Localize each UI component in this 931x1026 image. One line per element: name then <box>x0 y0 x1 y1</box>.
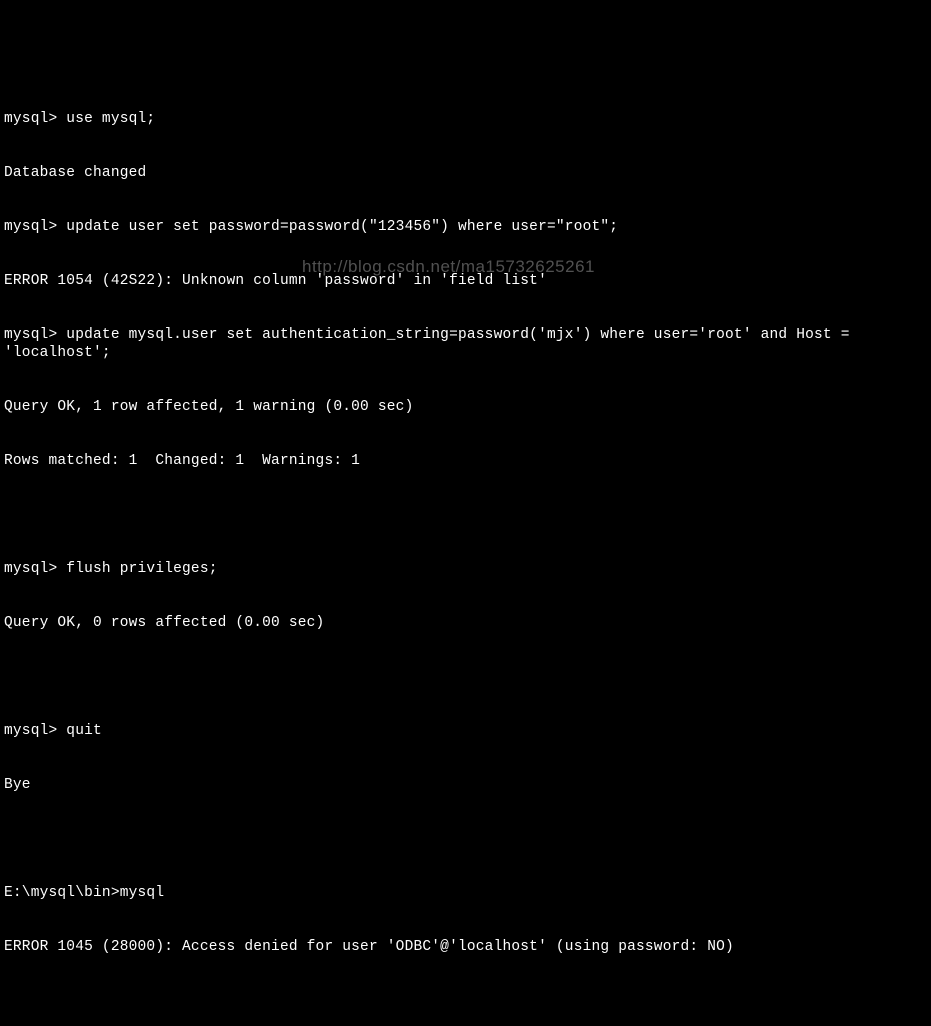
terminal-line: mysql> quit <box>4 722 927 740</box>
terminal-line <box>4 668 927 686</box>
terminal-line <box>4 830 927 848</box>
terminal-line: Bye <box>4 776 927 794</box>
terminal-line: ERROR 1054 (42S22): Unknown column 'pass… <box>4 272 927 290</box>
terminal-line: E:\mysql\bin>mysql <box>4 884 927 902</box>
terminal-line <box>4 506 927 524</box>
terminal-line: mysql> flush privileges; <box>4 560 927 578</box>
terminal-line: Query OK, 0 rows affected (0.00 sec) <box>4 614 927 632</box>
terminal-line: mysql> use mysql; <box>4 110 927 128</box>
terminal-line: mysql> update user set password=password… <box>4 218 927 236</box>
terminal-line <box>4 992 927 1010</box>
terminal-line: ERROR 1045 (28000): Access denied for us… <box>4 938 927 956</box>
terminal-line: Query OK, 1 row affected, 1 warning (0.0… <box>4 398 927 416</box>
terminal-area[interactable]: mysql> use mysql; Database changed mysql… <box>4 74 927 1026</box>
terminal-line: Rows matched: 1 Changed: 1 Warnings: 1 <box>4 452 927 470</box>
terminal-line: Database changed <box>4 164 927 182</box>
terminal-line: mysql> update mysql.user set authenticat… <box>4 326 927 362</box>
